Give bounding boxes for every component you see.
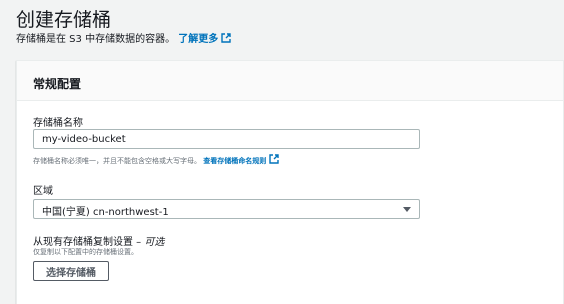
naming-rules-label: 查看存储桶命名规则: [203, 157, 267, 165]
bucket-name-hint: 存储桶名称必须唯一，并且不能包含空格或大写字母。 查看存储桶命名规则: [33, 154, 279, 166]
page-description-text: 存储桶是在 S3 中存储数据的容器。: [16, 34, 176, 45]
learn-more-label: 了解更多: [178, 34, 219, 45]
bucket-name-hint-text: 存储桶名称必须唯一，并且不能包含空格或大写字母。: [33, 157, 201, 165]
copy-settings-label: 从现有存储桶复制设置 – 可选: [33, 233, 164, 248]
copy-settings-hint: 仅复制以下配置中的存储桶设置。: [33, 248, 138, 256]
external-link-icon: [221, 33, 231, 43]
page-description: 存储桶是在 S3 中存储数据的容器。 了解更多: [16, 30, 231, 45]
choose-bucket-button[interactable]: 选择存储桶: [33, 261, 109, 281]
region-label: 区域: [33, 186, 53, 197]
region-select[interactable]: 中国(宁夏) cn-northwest-1: [33, 199, 420, 219]
bucket-name-label: 存储桶名称: [33, 118, 83, 129]
panel-header: 常规配置: [17, 61, 563, 101]
dropdown-caret-icon: [403, 207, 411, 212]
optional-tag: 可选: [144, 237, 165, 248]
general-config-panel: 常规配置 存储桶名称 存储桶名称必须唯一，并且不能包含空格或大写字母。 查看存储…: [16, 60, 564, 304]
learn-more-link[interactable]: 了解更多: [178, 33, 231, 45]
bucket-name-input[interactable]: [33, 129, 420, 149]
region-selected-value: 中国(宁夏) cn-northwest-1: [42, 207, 169, 218]
page-title: 创建存储桶: [16, 9, 112, 31]
panel-title: 常规配置: [33, 77, 82, 91]
naming-rules-link[interactable]: 查看存储桶命名规则: [203, 154, 279, 165]
external-link-icon: [269, 154, 279, 164]
